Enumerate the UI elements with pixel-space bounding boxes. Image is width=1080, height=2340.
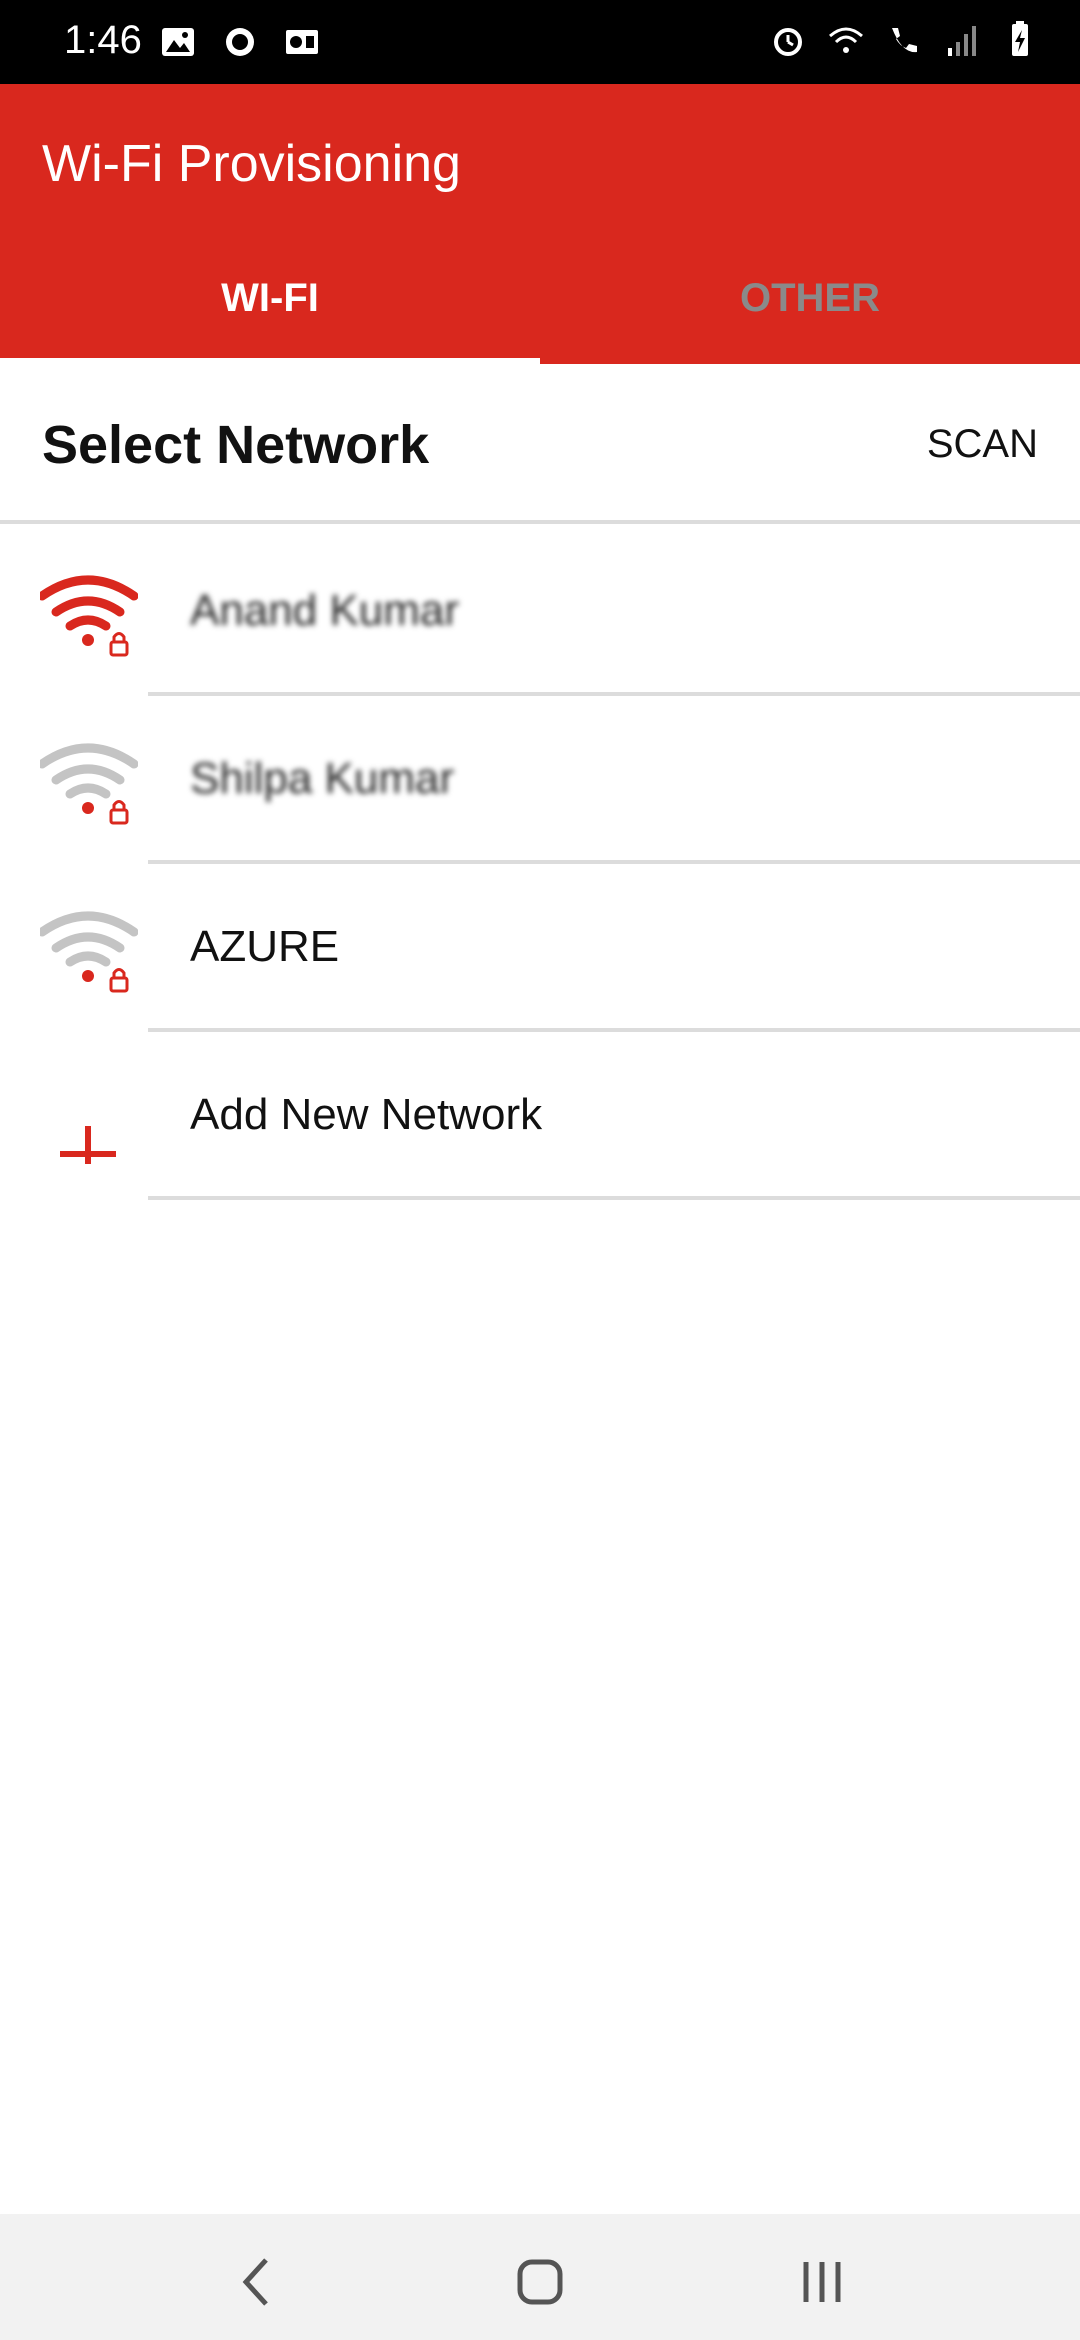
gallery-icon <box>162 28 194 56</box>
app-title: Wi-Fi Provisioning <box>42 135 461 193</box>
add-new-network-label: Add New Network <box>190 1090 543 1139</box>
scan-button[interactable]: SCAN <box>927 422 1038 467</box>
wifi-icon <box>829 27 863 53</box>
network-item-shilpa-kumar[interactable]: Shilpa Kumar <box>0 696 1080 864</box>
app-bar: Wi-Fi Provisioning WI-FI OTHER <box>0 84 1080 364</box>
network-item-anand-kumar[interactable]: Anand Kumar <box>0 528 1080 696</box>
wifi-locked-icon <box>40 911 138 993</box>
wifi-locked-icon <box>40 743 138 825</box>
alarm-icon <box>774 28 802 56</box>
plus-icon <box>60 1126 116 1164</box>
tab-other-label: OTHER <box>740 276 880 320</box>
tab-wifi-label: WI-FI <box>221 276 319 320</box>
status-time: 1:46 <box>64 18 142 62</box>
wifi-calling-icon <box>892 28 917 53</box>
navigation-bar <box>0 2214 1080 2340</box>
network-name: Shilpa Kumar <box>190 754 455 803</box>
select-network-header: Select Network SCAN <box>0 364 1080 524</box>
network-name: Anand Kumar <box>190 586 460 635</box>
outlook-icon <box>286 30 318 54</box>
divider <box>148 1196 1080 1200</box>
tab-other[interactable]: OTHER <box>540 274 1080 364</box>
network-item-azure[interactable]: AZURE <box>0 864 1080 1032</box>
network-name: AZURE <box>190 922 340 971</box>
add-new-network-button[interactable]: Add New Network <box>0 1032 1080 1200</box>
battery-icon <box>1012 21 1028 56</box>
back-icon[interactable] <box>228 2252 288 2312</box>
page-title: Select Network <box>42 415 430 475</box>
recents-icon[interactable] <box>792 2252 852 2312</box>
home-icon[interactable] <box>510 2252 570 2312</box>
tab-wifi[interactable]: WI-FI <box>0 274 540 364</box>
status-bar: 1:46 <box>0 0 1080 84</box>
signal-icon <box>948 26 976 56</box>
wifi-locked-icon <box>40 575 138 657</box>
notification-badge-icon <box>226 28 254 56</box>
